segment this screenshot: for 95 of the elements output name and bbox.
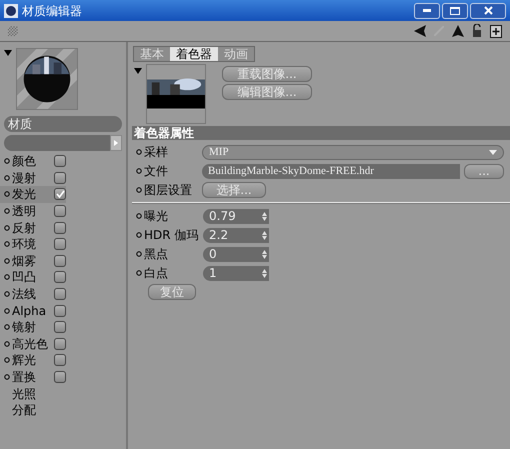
bullet-icon xyxy=(4,174,10,181)
bullet-icon xyxy=(4,208,10,214)
channel-checkbox[interactable] xyxy=(54,205,66,218)
check-icon xyxy=(56,190,64,198)
bullet-icon xyxy=(4,274,10,280)
field-label: 图层设置 xyxy=(143,182,193,199)
app-icon xyxy=(4,4,18,18)
channel-item[interactable]: 颜色 xyxy=(0,153,66,170)
channel-item[interactable]: 高光色 xyxy=(0,336,66,352)
close-button[interactable] xyxy=(470,2,506,18)
channel-checkbox[interactable] xyxy=(54,238,66,250)
dropdown-value: MIP xyxy=(209,144,229,160)
back-arrow-icon[interactable] xyxy=(414,25,426,37)
channel-checkbox[interactable] xyxy=(54,172,66,184)
bullet-icon xyxy=(136,149,142,155)
channel-checkbox[interactable] xyxy=(54,371,66,384)
number-value: 0 xyxy=(209,246,217,263)
channel-checkbox[interactable] xyxy=(54,271,66,284)
collapse-icon[interactable] xyxy=(4,50,12,56)
material-name-field[interactable]: 材质 xyxy=(4,116,122,132)
number-value: 2.2 xyxy=(209,227,228,244)
bullet-icon xyxy=(4,158,10,164)
bullet-icon xyxy=(136,187,142,193)
bullet-icon xyxy=(136,270,142,276)
add-icon[interactable] xyxy=(490,24,502,38)
channel-checkbox[interactable] xyxy=(54,288,66,300)
bullet-icon xyxy=(136,168,142,174)
channel-item[interactable]: 发光 xyxy=(0,186,66,203)
close-icon xyxy=(484,6,492,15)
channel-item[interactable]: 反射 xyxy=(0,219,66,236)
maximize-icon xyxy=(450,6,460,14)
field-label: 曝光 xyxy=(143,208,169,225)
field-label: 黑点 xyxy=(143,246,169,263)
spinner-icon[interactable] xyxy=(262,230,267,240)
bullet-icon xyxy=(4,258,10,264)
channel-item[interactable]: 置换 xyxy=(0,368,66,386)
channel-checkbox[interactable] xyxy=(54,304,66,317)
bullet-icon xyxy=(136,232,142,238)
number-field[interactable]: 1 xyxy=(203,266,269,280)
field-label: 采样 xyxy=(143,144,169,161)
section-header: 着色器属性 xyxy=(132,126,510,140)
channel-item[interactable]: 漫射 xyxy=(0,170,66,186)
field-label: 白点 xyxy=(143,265,169,282)
scroll-right-button[interactable] xyxy=(110,135,122,151)
maximize-button[interactable] xyxy=(442,2,468,18)
field-label: HDR 伽玛 xyxy=(143,227,200,244)
bullet-icon xyxy=(4,374,10,380)
channel-checkbox[interactable] xyxy=(54,354,66,366)
bullet-icon xyxy=(136,251,142,257)
channel-item[interactable]: 镜射 xyxy=(0,318,66,336)
number-field[interactable]: 2.2 xyxy=(203,228,269,242)
channel-checkbox[interactable] xyxy=(54,338,66,350)
channel-checkbox[interactable] xyxy=(54,321,66,334)
channel-item[interactable]: 环境 xyxy=(0,236,66,253)
channel-item[interactable]: 凹凸 xyxy=(0,269,66,286)
minimize-button[interactable] xyxy=(414,2,440,18)
bullet-icon xyxy=(4,324,10,330)
field-label: 文件 xyxy=(143,163,169,180)
channel-item[interactable]: 法线 xyxy=(0,286,66,302)
spinner-icon[interactable] xyxy=(262,250,267,258)
bullet-icon xyxy=(136,213,142,219)
right-arrow-icon xyxy=(114,140,118,146)
channel-checkbox[interactable] xyxy=(54,222,66,234)
collapse-icon[interactable] xyxy=(134,68,142,74)
spinner-icon[interactable] xyxy=(262,268,267,278)
channel-item[interactable]: 辉光 xyxy=(0,352,66,369)
spinner-icon[interactable] xyxy=(262,212,267,220)
channel-item[interactable]: Alpha xyxy=(0,302,66,319)
caret-icon xyxy=(489,150,497,154)
up-arrow-icon[interactable] xyxy=(452,25,464,37)
file-field[interactable]: BuildingMarble-SkyDome-FREE.hdr xyxy=(202,164,460,178)
minimize-icon xyxy=(423,9,431,12)
bullet-icon xyxy=(4,191,10,198)
bullet-icon xyxy=(4,224,10,231)
channel-checkbox[interactable] xyxy=(54,188,66,200)
number-field[interactable]: 0.79 xyxy=(203,208,269,224)
channel-checkbox[interactable] xyxy=(54,254,66,267)
bullet-icon xyxy=(4,291,10,298)
channel-item[interactable]: 分配 xyxy=(0,402,66,418)
tab[interactable]: 着色器 xyxy=(170,47,218,61)
bullet-icon xyxy=(4,357,10,364)
scrollbar[interactable] xyxy=(4,135,122,151)
number-field[interactable]: 0 xyxy=(203,246,269,262)
channel-item[interactable]: 烟雾 xyxy=(0,252,66,270)
channel-item[interactable]: 光照 xyxy=(0,385,66,402)
channel-checkbox[interactable] xyxy=(54,155,66,168)
bullet-icon xyxy=(4,241,10,248)
window-title: 材质编辑器 xyxy=(22,2,82,20)
lock-icon[interactable] xyxy=(472,24,482,38)
bullet-icon xyxy=(4,340,10,347)
number-value: 0.79 xyxy=(209,208,236,225)
number-value: 1 xyxy=(209,265,217,282)
bullet-icon xyxy=(4,308,10,314)
channel-item[interactable]: 透明 xyxy=(0,202,66,220)
grip-icon[interactable] xyxy=(8,26,18,36)
